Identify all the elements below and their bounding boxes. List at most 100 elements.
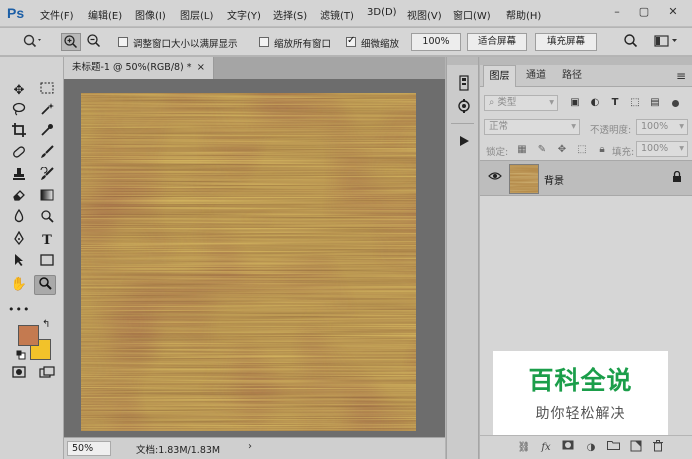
menu-filter[interactable]: 滤镜(T) — [320, 7, 354, 22]
menu-file[interactable]: 文件(F) — [40, 7, 74, 22]
chevron-down-icon: ▾ — [679, 143, 684, 154]
clone-stamp-tool-icon[interactable] — [8, 167, 30, 187]
scrubby-zoom-checkbox[interactable] — [346, 35, 356, 47]
magic-wand-tool-icon[interactable] — [36, 102, 58, 122]
layer-lock-icon[interactable] — [672, 170, 682, 185]
default-colors-icon[interactable] — [16, 350, 26, 360]
fill-field[interactable]: 100% ▾ — [636, 141, 688, 157]
search-icon[interactable] — [621, 33, 641, 51]
menu-layer[interactable]: 图层(L) — [180, 7, 213, 22]
close-button[interactable]: ✕ — [662, 3, 684, 21]
document-tab-title: 未标题-1 @ 50%(RGB/8) * — [72, 62, 192, 73]
menu-edit[interactable]: 编辑(E) — [88, 7, 122, 22]
filter-adjustment-icon[interactable]: ◐ — [587, 95, 603, 111]
menu-help[interactable]: 帮助(H) — [506, 7, 541, 22]
rectangle-tool-icon[interactable] — [36, 253, 58, 273]
panel-grip[interactable] — [480, 57, 692, 65]
restore-button[interactable]: ▢ — [633, 3, 655, 21]
menu-image[interactable]: 图像(I) — [135, 7, 166, 22]
opacity-field[interactable]: 100% ▾ — [636, 119, 688, 135]
new-group-icon[interactable] — [605, 440, 621, 456]
layer-name[interactable]: 背景 — [544, 172, 564, 187]
canvas-pasteboard[interactable] — [64, 79, 445, 437]
filter-pixel-icon[interactable]: ▣ — [567, 95, 583, 111]
dock-grip[interactable] — [447, 57, 478, 65]
pen-tool-icon[interactable] — [8, 230, 30, 251]
eraser-tool-icon[interactable] — [8, 188, 30, 208]
filter-shape-icon[interactable]: ⬚ — [627, 95, 643, 111]
history-brush-tool-icon[interactable] — [36, 166, 58, 187]
delete-layer-icon[interactable] — [650, 440, 666, 456]
tab-channels[interactable]: 通道 — [518, 65, 554, 87]
dodge-tool-icon[interactable] — [36, 209, 58, 229]
quick-mask-icon[interactable] — [8, 365, 30, 385]
layer-filter-kind-select[interactable]: ⌕ 类型 ▾ — [484, 95, 558, 111]
screen-mode-icon[interactable] — [36, 365, 58, 385]
zoom-tool-preset-icon[interactable] — [20, 33, 46, 51]
type-tool-icon[interactable]: T — [36, 231, 58, 251]
menu-3d[interactable]: 3D(D) — [367, 7, 397, 18]
document-tab[interactable]: 未标题-1 @ 50%(RGB/8) * × — [64, 57, 214, 79]
visibility-eye-icon[interactable] — [488, 171, 502, 184]
new-layer-icon[interactable] — [628, 440, 644, 456]
actions-play-icon[interactable] — [455, 134, 473, 152]
foreground-color-swatch[interactable] — [18, 325, 39, 346]
menu-view[interactable]: 视图(V) — [407, 7, 442, 22]
lock-transparent-icon[interactable]: ▦ — [514, 142, 530, 158]
photoshop-logo[interactable]: Ps — [7, 5, 24, 21]
resize-windows-checkbox[interactable] — [118, 37, 128, 47]
lasso-tool-icon[interactable] — [8, 102, 30, 122]
document-tab-close-icon[interactable]: × — [197, 57, 205, 79]
zoom-out-icon[interactable] — [84, 33, 104, 51]
filter-type-icon[interactable]: T — [607, 95, 623, 111]
fit-screen-button[interactable]: 适合屏幕 — [467, 33, 527, 51]
fill-screen-button[interactable]: 填充屏幕 — [535, 33, 597, 51]
layer-row-background[interactable]: 背景 — [480, 160, 692, 196]
new-adjustment-layer-icon[interactable]: ◑ — [583, 440, 599, 456]
brush-tool-icon[interactable] — [36, 145, 58, 165]
status-menu-arrow-icon[interactable]: › — [248, 441, 252, 452]
link-layers-icon[interactable]: ⛓ — [516, 440, 532, 456]
zoom-100-button[interactable]: 100% — [411, 33, 461, 51]
panel-menu-icon[interactable]: ≡ — [676, 65, 686, 87]
history-panel-icon[interactable] — [455, 75, 473, 93]
minimize-button[interactable]: – — [606, 3, 628, 21]
zoom-level-field[interactable]: 50% — [67, 441, 111, 456]
move-tool-icon[interactable]: ✥ — [8, 81, 30, 101]
zoom-tool-icon[interactable] — [34, 275, 56, 295]
lock-position-icon[interactable]: ✥ — [554, 142, 570, 158]
options-bar: 调整窗口大小以满屏显示 缩放所有窗口 细微缩放 100% 适合屏幕 填充屏幕 — [0, 28, 692, 56]
filter-smart-object-icon[interactable]: ▤ — [647, 95, 663, 111]
lock-artboard-icon[interactable]: ⬚ — [574, 142, 590, 158]
gradient-tool-icon[interactable] — [36, 188, 58, 208]
crop-tool-icon[interactable] — [8, 123, 30, 143]
path-selection-tool-icon[interactable] — [8, 253, 30, 273]
hand-tool-icon[interactable]: ✋ — [8, 275, 30, 295]
tab-layers[interactable]: 图层 — [483, 65, 516, 87]
resize-windows-label: 调整窗口大小以满屏显示 — [133, 39, 238, 50]
scrubby-zoom-label: 细微缩放 — [361, 39, 400, 50]
blend-mode-select[interactable]: 正常 ▾ — [484, 119, 580, 135]
blur-tool-icon[interactable] — [8, 208, 30, 229]
eyedropper-tool-icon[interactable] — [36, 123, 58, 143]
edit-toolbar-icon[interactable]: ••• — [8, 300, 30, 320]
watermark-subtitle: 助你轻松解决 — [535, 406, 626, 422]
add-mask-icon[interactable] — [560, 440, 576, 456]
menu-type[interactable]: 文字(Y) — [227, 7, 261, 22]
lock-image-icon[interactable]: ✎ — [534, 142, 550, 158]
filter-toggle-icon[interactable] — [672, 100, 679, 107]
healing-brush-tool-icon[interactable] — [8, 145, 30, 165]
canvas-artwork[interactable] — [81, 93, 416, 431]
marquee-tool-icon[interactable] — [36, 81, 58, 101]
menu-select[interactable]: 选择(S) — [273, 7, 307, 22]
layer-style-icon[interactable]: fx — [538, 440, 554, 456]
layer-thumbnail[interactable] — [509, 164, 539, 194]
zoom-all-windows-checkbox[interactable] — [259, 37, 269, 47]
workspace-switcher-icon[interactable] — [650, 33, 682, 51]
swap-colors-icon[interactable]: ↰ — [42, 319, 50, 330]
tab-paths[interactable]: 路径 — [555, 65, 589, 87]
properties-panel-icon[interactable] — [455, 98, 473, 116]
lock-all-icon[interactable]: 🔒︎ — [594, 142, 610, 158]
zoom-in-icon[interactable] — [61, 33, 81, 51]
menu-window[interactable]: 窗口(W) — [453, 7, 491, 22]
